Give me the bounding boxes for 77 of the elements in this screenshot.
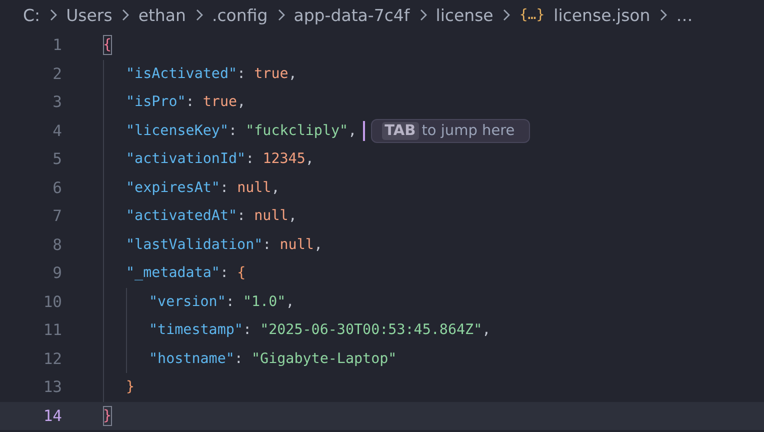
- punctuation: ,: [288, 207, 297, 226]
- line-number: 14: [42, 406, 62, 425]
- json-key: "licenseKey": [126, 120, 228, 141]
- line-number: 13: [42, 378, 62, 396]
- json-key: "isActivated": [126, 64, 238, 84]
- punctuation: ,: [314, 236, 322, 255]
- chevron-icon: [194, 9, 203, 21]
- json-key: "_metadata": [126, 263, 220, 284]
- punctuation: ,: [237, 93, 246, 112]
- chevron-icon: [121, 9, 130, 21]
- breadcrumb-item[interactable]: C:: [23, 6, 40, 24]
- json-key: "version": [149, 292, 226, 312]
- chevron-icon: [418, 9, 427, 21]
- line-number: 1: [52, 36, 62, 54]
- punctuation: ,: [288, 64, 297, 84]
- punctuation: :: [234, 350, 244, 369]
- punctuation: :: [220, 264, 230, 284]
- json-key: "hostname": [149, 348, 234, 369]
- line-number: 7: [52, 207, 62, 226]
- line-number: 5: [52, 150, 62, 168]
- breadcrumb-item[interactable]: ethan: [138, 6, 186, 24]
- line-number: 9: [52, 264, 62, 282]
- punctuation: ,: [482, 321, 491, 340]
- breadcrumb-item[interactable]: license: [436, 6, 494, 24]
- line-number: 3: [52, 93, 62, 112]
- breadcrumb-item[interactable]: app-data-7c4f: [294, 6, 410, 24]
- json-string: "fuckcliply": [246, 122, 348, 141]
- punctuation: :: [262, 236, 272, 255]
- punctuation: :: [237, 64, 247, 84]
- punctuation: ,: [271, 178, 280, 198]
- punctuation: ,: [348, 122, 357, 141]
- json-string: "1.0": [242, 292, 286, 312]
- json-key: "timestamp": [149, 320, 243, 340]
- line-number: 12: [42, 350, 62, 368]
- json-key: "lastValidation": [126, 234, 263, 255]
- line-number: 4: [52, 122, 62, 140]
- punctuation: :: [226, 292, 236, 312]
- line-number: 11: [42, 321, 62, 340]
- line-number: 6: [52, 178, 62, 197]
- breadcrumb-item[interactable]: …: [676, 6, 693, 24]
- breadcrumb-item[interactable]: license.json: [554, 6, 650, 24]
- json-value: null: [254, 207, 288, 226]
- brace: {: [103, 35, 112, 56]
- hint-text: to jump here: [422, 122, 515, 139]
- punctuation: ,: [305, 150, 314, 170]
- json-value: true: [254, 64, 288, 84]
- punctuation: :: [228, 122, 238, 141]
- line-number: 10: [42, 292, 62, 311]
- punctuation: ,: [286, 292, 294, 312]
- json-value: 12345: [262, 150, 306, 170]
- punctuation: :: [246, 150, 256, 170]
- brace: {: [237, 264, 246, 284]
- json-key: "isPro": [126, 92, 186, 112]
- json-key: "activationId": [126, 149, 246, 170]
- json-string: "Gigabyte-Laptop": [252, 350, 397, 369]
- punctuation: :: [186, 93, 196, 112]
- chevron-icon: [659, 9, 668, 21]
- key-label: TAB: [382, 122, 419, 140]
- json-key: "expiresAt": [126, 178, 220, 198]
- chevron-icon: [276, 9, 285, 21]
- json-value: null: [237, 178, 272, 198]
- punctuation: :: [237, 207, 247, 226]
- json-string: "2025-06-30T00:53:45.864Z": [260, 321, 482, 340]
- line-number: 8: [52, 236, 62, 254]
- line-number: 2: [52, 64, 62, 83]
- json-value: true: [202, 93, 238, 112]
- punctuation: :: [242, 321, 253, 340]
- chevron-icon: [49, 9, 58, 21]
- json-file-icon: {…}: [519, 7, 545, 23]
- json-value: null: [280, 236, 314, 255]
- brace: }: [126, 378, 135, 398]
- chevron-icon: [502, 9, 510, 21]
- punctuation: :: [220, 178, 230, 198]
- breadcrumb-item[interactable]: Users: [66, 6, 112, 24]
- breadcrumb-item[interactable]: .config: [212, 6, 268, 24]
- brace: }: [103, 406, 112, 426]
- json-key: "activatedAt": [126, 206, 238, 226]
